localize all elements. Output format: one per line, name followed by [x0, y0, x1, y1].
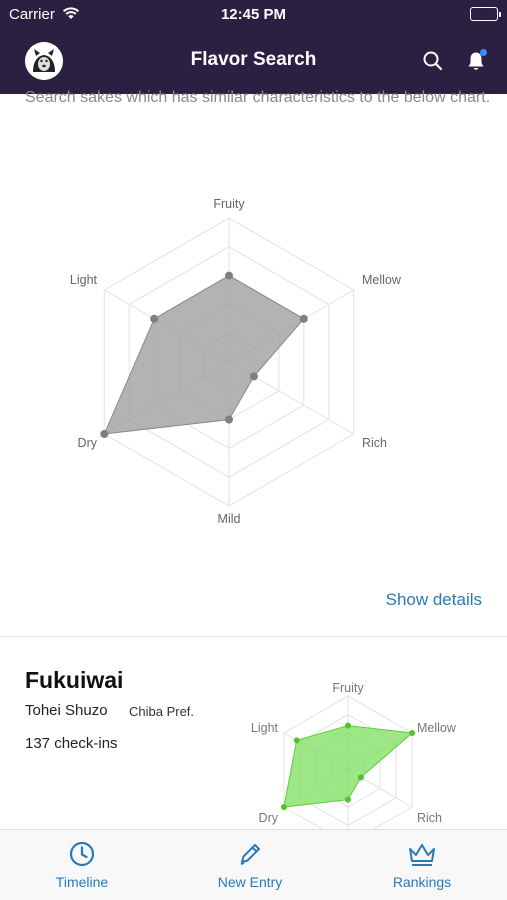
battery-icon	[470, 7, 501, 21]
axis-label-mellow: Mellow	[417, 721, 457, 735]
section-divider	[0, 636, 507, 637]
notifications-button[interactable]	[463, 48, 489, 74]
tab-timeline[interactable]: Timeline	[12, 830, 152, 900]
flavor-point-light	[293, 737, 300, 744]
flavor-point-dry	[280, 804, 287, 810]
flavor-point-rich	[357, 774, 364, 781]
axis-label-rich: Rich	[362, 436, 387, 450]
notification-badge	[480, 49, 487, 56]
flavor-point-mild	[225, 415, 233, 424]
result-radar-chart: Fruity Mellow Rich Dry Light	[251, 681, 457, 830]
flavor-point-fruity	[225, 271, 233, 280]
navigation-bar: Carrier 12:45 PM Flavor Search	[0, 0, 507, 94]
flavor-point-mellow	[409, 730, 416, 736]
flavor-radar-chart[interactable]: Fruity Mellow Rich Mild Dry Light	[0, 180, 507, 550]
tab-new-entry[interactable]: New Entry	[180, 830, 320, 900]
intro-text: Search sakes which has similar character…	[25, 89, 491, 106]
flavor-point-dry	[100, 430, 109, 438]
status-time: 12:45 PM	[220, 6, 287, 23]
clock-icon	[69, 841, 95, 867]
crown-icon	[409, 844, 435, 866]
flavor-point-fruity	[345, 722, 351, 729]
tab-rankings[interactable]: Rankings	[352, 830, 492, 900]
tab-bar: Timeline New Entry Rankings	[0, 829, 507, 900]
axis-label-rich: Rich	[417, 811, 442, 825]
search-icon	[423, 51, 443, 71]
flavor-point-rich	[249, 372, 258, 381]
prefecture-label: Chiba Pref.	[129, 704, 195, 719]
brewery-name: Tohei Shuzo	[25, 702, 108, 719]
axis-label-light: Light	[251, 721, 279, 735]
axis-label-dry: Dry	[78, 436, 98, 450]
flavor-point-mild	[345, 796, 351, 803]
flavor-polygon	[103, 275, 305, 435]
axis-label-mild: Mild	[218, 512, 241, 526]
result-flavor-polygon	[283, 725, 414, 808]
axis-label-light: Light	[70, 273, 98, 287]
tab-label: Rankings	[392, 874, 452, 890]
show-details-link[interactable]: Show details	[386, 590, 482, 610]
sake-name[interactable]: Fukuiwai	[25, 667, 123, 694]
tab-label: New Entry	[217, 874, 283, 890]
axis-label-fruity: Fruity	[213, 197, 245, 211]
flavor-point-mellow	[299, 314, 308, 323]
tab-label: Timeline	[55, 874, 109, 890]
search-button[interactable]	[420, 48, 446, 74]
flavor-point-light	[150, 314, 159, 323]
pencil-icon	[240, 844, 260, 865]
axis-label-fruity: Fruity	[332, 681, 364, 695]
checkin-count: 137 check-ins	[25, 735, 118, 752]
status-bar: Carrier 12:45 PM	[0, 0, 507, 28]
axis-label-mellow: Mellow	[362, 273, 402, 287]
axis-label-dry: Dry	[259, 811, 279, 825]
